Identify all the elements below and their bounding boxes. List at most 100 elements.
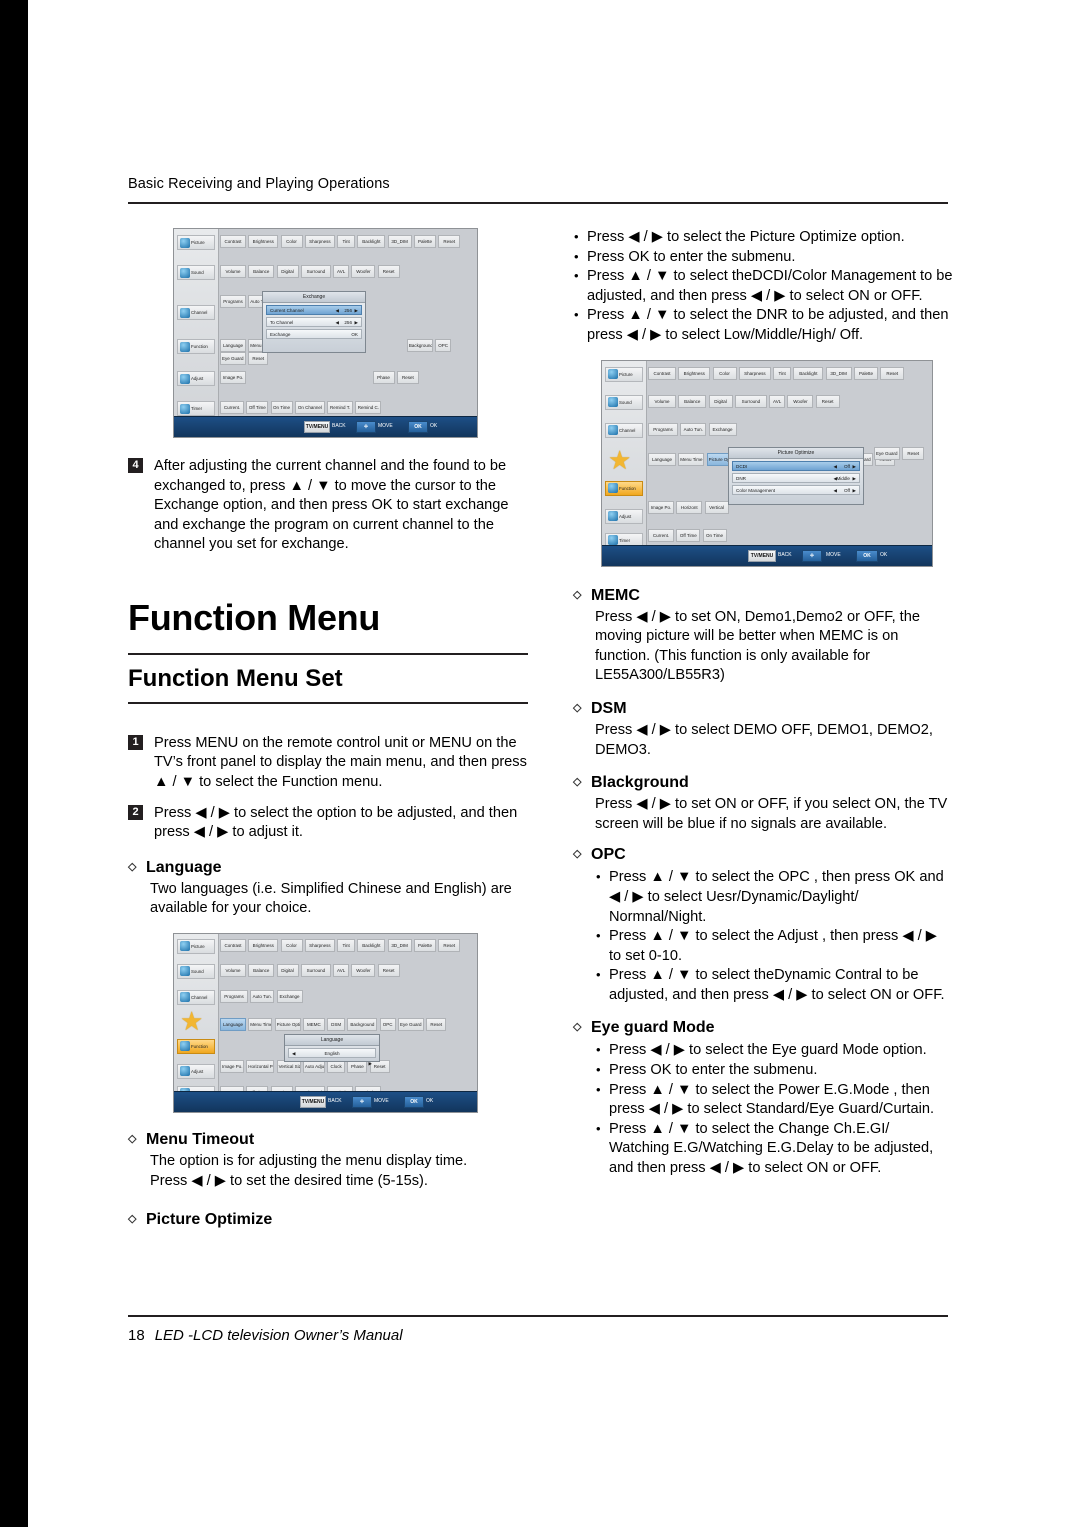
osd-cell[interactable]: Image Po. (220, 1059, 244, 1073)
osd-rail-channel[interactable]: Channel (177, 989, 215, 1005)
osd-rail-picture[interactable]: Picture (605, 366, 643, 382)
osd-cell[interactable]: Reset (880, 366, 905, 380)
osd-cell[interactable]: Menu Time out (248, 1017, 273, 1031)
left-arrow-icon[interactable]: ◀ (335, 306, 339, 316)
osd-cell[interactable]: Backlight (357, 938, 386, 952)
osd-cell[interactable]: Programs (648, 422, 678, 436)
osd-cell[interactable]: Remind C. (355, 401, 382, 414)
left-arrow-icon[interactable]: ◀ (833, 486, 837, 496)
popup-row-current-channel[interactable]: Current Channel ◀ 256 ▶ (266, 305, 362, 315)
osd-move-pad-icon[interactable]: ✛ (802, 549, 822, 562)
left-arrow-icon[interactable]: ◀ (833, 462, 837, 472)
osd-cell[interactable]: Reset (438, 938, 461, 952)
osd-cell[interactable]: Menu Time out (678, 452, 705, 466)
osd-cell[interactable]: Surround (300, 265, 331, 278)
osd-tvmenu-button[interactable]: TV/MENU (748, 549, 776, 562)
osd-cell[interactable]: Exchange (708, 422, 737, 436)
osd-cell[interactable]: Remind T. (327, 401, 354, 414)
osd-cell[interactable]: 3D_DIM (825, 366, 852, 380)
osd-rail-sound[interactable]: Sound (177, 963, 215, 979)
osd-cell[interactable]: On Channel (294, 401, 325, 414)
osd-cell[interactable]: Vertical (704, 500, 729, 514)
osd-cell[interactable]: Image Po. (648, 500, 674, 514)
osd-cell[interactable]: Palette (853, 366, 878, 380)
osd-tvmenu-button[interactable]: TV/MENU (304, 421, 330, 433)
osd-cell[interactable]: Phase (372, 371, 395, 384)
osd-rail-adjust[interactable]: Adjust (177, 1063, 215, 1079)
osd-cell[interactable]: Contrast (648, 366, 676, 380)
osd-cell[interactable]: Sharpness (304, 938, 335, 952)
osd-cell[interactable]: Digital (276, 963, 299, 977)
osd-cell[interactable]: Sharpness (738, 366, 771, 380)
osd-cell[interactable]: Balance (248, 265, 275, 278)
osd-cell[interactable]: Reset (396, 371, 419, 384)
osd-cell[interactable]: Backlight (357, 235, 386, 248)
right-arrow-icon[interactable]: ▶ (354, 306, 358, 316)
osd-cell[interactable]: Reset (377, 265, 400, 278)
osd-cell[interactable]: OPC (435, 339, 452, 352)
osd-cell[interactable]: Palette (413, 235, 436, 248)
osd-rail-adjust[interactable]: Adjust (605, 508, 643, 524)
osd-cell[interactable]: Horizontal Position (246, 1059, 275, 1073)
osd-cell[interactable]: AVL (333, 265, 350, 278)
osd-cell[interactable]: Eye Guard Mode (397, 1017, 424, 1031)
osd-cell[interactable]: Digital (276, 265, 299, 278)
osd-cell[interactable]: Tint (773, 366, 792, 380)
osd-cell[interactable]: Reset (815, 394, 840, 408)
osd-cell[interactable]: Reset (426, 1017, 447, 1031)
osd-cell[interactable]: DSM (327, 1017, 346, 1031)
osd-cell[interactable]: AVL (333, 963, 350, 977)
osd-cell[interactable]: Eye Guard Mode (874, 446, 900, 460)
right-arrow-icon[interactable]: ▶ (852, 474, 856, 484)
osd-cell[interactable]: Current. (220, 401, 244, 414)
right-arrow-icon[interactable]: ▶ (354, 318, 358, 328)
osd-rail-function[interactable]: Function (605, 480, 643, 496)
osd-cell[interactable]: Color (280, 235, 303, 248)
osd-cell[interactable]: Backlight (793, 366, 824, 380)
osd-tvmenu-button[interactable]: TV/MENU (300, 1095, 326, 1108)
osd-cell[interactable]: Surround (734, 394, 767, 408)
popup-row-language-value[interactable]: ◀ English ▶ (288, 1047, 376, 1066)
left-arrow-icon[interactable]: ◀ (292, 1049, 296, 1059)
osd-cell[interactable]: Woofer (351, 265, 376, 278)
osd-cell[interactable]: Image Po. (220, 371, 246, 384)
osd-cell[interactable]: Background (406, 339, 433, 352)
osd-ok-button[interactable]: OK (856, 549, 878, 562)
osd-cell[interactable]: On Time (702, 528, 727, 542)
osd-cell[interactable]: Off Time (246, 401, 269, 414)
osd-cell[interactable]: Off Time (676, 528, 701, 542)
osd-cell[interactable]: Picture Optimize (274, 1017, 301, 1031)
osd-cell[interactable]: Language (648, 452, 676, 466)
osd-cell[interactable]: Current. (648, 528, 674, 542)
osd-rail-picture[interactable]: Picture (177, 235, 215, 250)
osd-move-pad-icon[interactable]: ✛ (356, 421, 376, 433)
osd-cell[interactable]: Reset (438, 235, 461, 248)
osd-cell[interactable]: Eye Guard Mode (220, 352, 246, 365)
popup-row-to-channel[interactable]: To Channel ◀ 256 ▶ (266, 317, 362, 327)
left-arrow-icon[interactable]: ◀ (335, 318, 339, 328)
osd-cell[interactable]: Palette (413, 938, 436, 952)
osd-rail-timer[interactable]: Timer (177, 401, 215, 416)
popup-row-exchange[interactable]: Exchange OK (266, 329, 362, 339)
osd-cell[interactable]: Volume (648, 394, 676, 408)
osd-cell[interactable]: Auto Tun. (680, 422, 707, 436)
osd-cell[interactable]: Contrast (220, 938, 246, 952)
osd-cell[interactable]: AVL (769, 394, 786, 408)
osd-cell[interactable]: 3D_DIM (387, 938, 412, 952)
osd-cell[interactable]: Color (712, 366, 737, 380)
osd-cell[interactable]: Reset (248, 352, 269, 365)
osd-cell[interactable]: Brightness (678, 366, 711, 380)
popup-row-dcdi[interactable]: DCDI ◀ Off ▶ (732, 460, 860, 472)
osd-rail-function[interactable]: Function (177, 339, 215, 354)
osd-rail-channel[interactable]: Channel (605, 422, 643, 438)
osd-cell-language[interactable]: Language (220, 1017, 246, 1031)
osd-cell[interactable]: MEMC (302, 1017, 325, 1031)
right-arrow-icon[interactable]: ▶ (852, 462, 856, 472)
osd-ok-button[interactable]: OK (404, 1095, 424, 1108)
osd-rail-adjust[interactable]: Adjust (177, 371, 215, 386)
osd-rail-function[interactable]: Function (177, 1038, 215, 1054)
osd-cell[interactable]: Woofer (787, 394, 814, 408)
osd-cell[interactable]: Language (220, 339, 246, 352)
osd-rail-sound[interactable]: Sound (605, 394, 643, 410)
osd-cell[interactable]: Exchange (276, 989, 303, 1003)
